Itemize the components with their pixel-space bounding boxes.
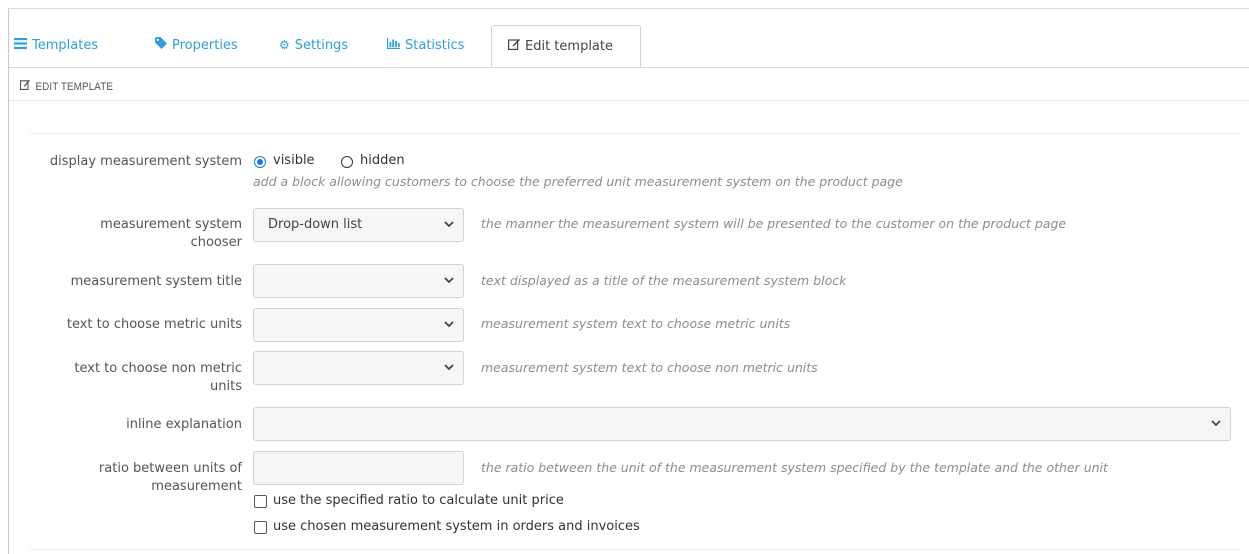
inline-explanation-label: inline explanation xyxy=(126,417,242,432)
divider xyxy=(30,133,1239,134)
tab-label: Statistics xyxy=(405,38,465,53)
tab-label: Edit template xyxy=(525,39,613,54)
panel-heading: EDIT TEMPLATE xyxy=(19,79,114,93)
ratio-input[interactable] xyxy=(253,451,464,485)
use-ratio-checkbox[interactable] xyxy=(254,495,267,508)
panel-title: EDIT TEMPLATE xyxy=(35,81,114,93)
use-ratio-label: use the specified ratio to calculate uni… xyxy=(273,493,564,508)
tab-label: Properties xyxy=(172,38,238,53)
chooser-value: Drop-down list xyxy=(268,217,363,232)
ratio-help: the ratio between the unit of the measur… xyxy=(481,460,1108,475)
display-measurement-label: display measurement system xyxy=(49,154,242,169)
tab-templates[interactable]: Templates xyxy=(14,25,98,67)
bar-chart-icon xyxy=(387,25,400,65)
ratio-label: ratio between units of measurement xyxy=(98,461,242,494)
title-label: measurement system title xyxy=(70,274,242,289)
use-system-orders-label: use chosen measurement system in orders … xyxy=(273,519,640,534)
chooser-label: measurement system chooser xyxy=(100,217,242,250)
metric-help: measurement system text to choose metric… xyxy=(481,316,791,331)
gear-icon: ⚙ xyxy=(279,38,290,52)
tab-edit-template[interactable]: Edit template xyxy=(491,25,641,67)
non-metric-select[interactable] xyxy=(253,351,464,385)
tab-label: Settings xyxy=(294,38,349,53)
chooser-help: the manner the measurement system will b… xyxy=(481,216,1067,231)
tag-icon xyxy=(155,25,167,65)
hidden-radio[interactable] xyxy=(341,156,353,168)
visible-radio-label: visible xyxy=(273,153,315,168)
tab-statistics[interactable]: Statistics xyxy=(387,25,464,67)
hidden-radio-label: hidden xyxy=(360,153,405,168)
tab-bar: Templates Properties ⚙ Settings Statistic… xyxy=(9,25,1249,68)
divider xyxy=(30,549,1239,550)
title-select[interactable] xyxy=(253,264,464,298)
chevron-down-icon xyxy=(444,321,454,328)
inline-explanation-select[interactable] xyxy=(253,407,1231,441)
tab-label: Templates xyxy=(32,38,99,53)
use-system-orders-checkbox[interactable] xyxy=(254,521,267,534)
edit-icon xyxy=(508,26,520,66)
tab-settings[interactable]: ⚙ Settings xyxy=(279,25,348,67)
metric-select[interactable] xyxy=(253,308,464,342)
list-icon xyxy=(14,25,27,65)
edit-icon xyxy=(19,79,33,93)
display-measurement-help: add a block allowing customers to choose… xyxy=(253,174,903,189)
chevron-down-icon xyxy=(444,221,454,228)
non-metric-help: measurement system text to choose non me… xyxy=(481,360,818,375)
visible-radio[interactable] xyxy=(254,156,266,168)
tab-properties[interactable]: Properties xyxy=(155,25,238,67)
chevron-down-icon xyxy=(444,277,454,284)
chooser-select[interactable]: Drop-down list xyxy=(253,208,464,242)
divider xyxy=(9,100,1249,101)
chevron-down-icon xyxy=(444,364,454,371)
chevron-down-icon xyxy=(1211,420,1221,427)
non-metric-label: text to choose non metric units xyxy=(74,361,242,394)
title-help: text displayed as a title of the measure… xyxy=(481,273,847,288)
metric-label: text to choose metric units xyxy=(66,317,242,332)
